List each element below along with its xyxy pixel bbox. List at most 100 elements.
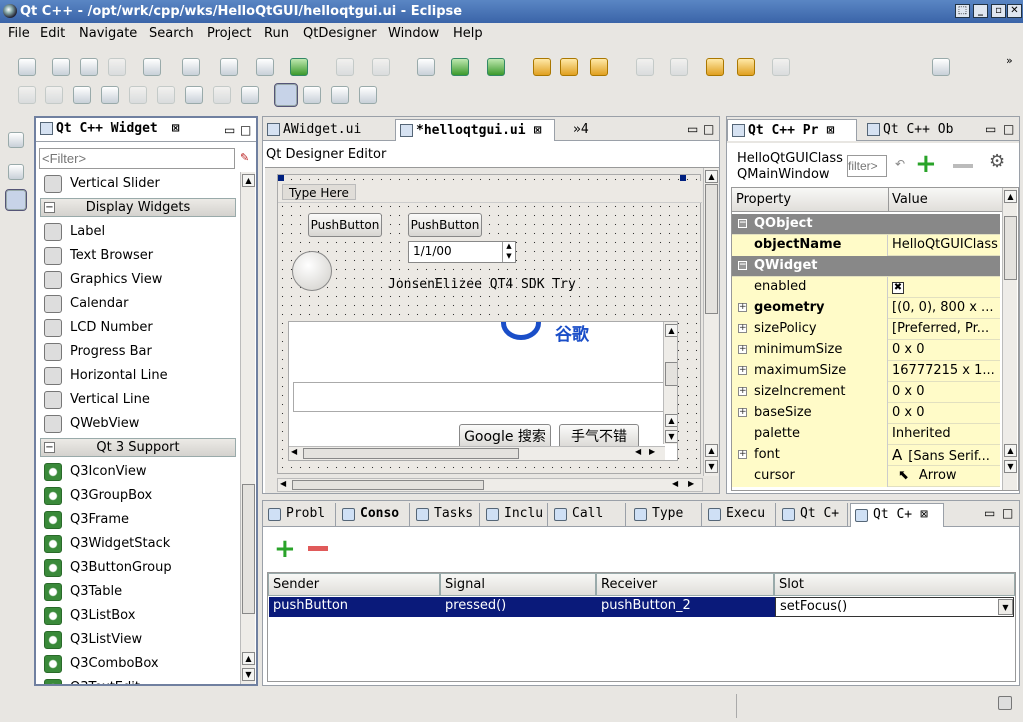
prev-annotation-icon[interactable] (670, 58, 688, 76)
scroll-up-icon[interactable]: ▲ (705, 444, 718, 457)
perspective-icon[interactable] (8, 132, 24, 148)
new-folder-icon[interactable] (220, 58, 238, 76)
spin-up-icon[interactable]: ▲ (502, 242, 515, 252)
outline-icon[interactable] (8, 164, 24, 180)
widget-item[interactable]: Vertical Line (40, 388, 150, 412)
menu-file[interactable]: File (8, 26, 30, 41)
expand-icon[interactable]: + (738, 450, 747, 459)
build-icon[interactable] (336, 58, 354, 76)
property-row[interactable]: − QObject (732, 214, 1000, 235)
maximize-view-icon[interactable]: □ (1002, 506, 1013, 520)
property-value[interactable]: 0 x 0 (890, 382, 1000, 402)
widget-item[interactable]: Q3IconView (40, 460, 147, 484)
scroll-up-icon[interactable]: ▲ (1004, 444, 1017, 457)
widget-item[interactable]: Q3WidgetStack (40, 532, 170, 556)
tab-widget-box[interactable]: Qt C++ Widget ⊠ (36, 118, 186, 140)
widget-item[interactable]: Graphics View (40, 268, 162, 292)
open-perspective-icon[interactable] (932, 58, 950, 76)
tab-call[interactable]: Call (550, 503, 626, 527)
tab-problems[interactable]: Probl (264, 503, 336, 527)
minimize-view-icon[interactable]: ▭ (984, 506, 995, 520)
property-value[interactable]: HelloQtGUIClass (890, 235, 1000, 255)
tab-type[interactable]: Type (630, 503, 702, 527)
binary-icon[interactable] (143, 58, 161, 76)
close-tab-icon[interactable]: ⊠ (920, 507, 928, 522)
property-row[interactable]: font + A [Sans Serif... (732, 445, 1000, 466)
tab-qt-cpp-1[interactable]: Qt C+ (778, 503, 848, 527)
property-value[interactable]: 16777215 x 1... (890, 361, 1000, 381)
scroll-down-icon[interactable]: ▼ (242, 668, 255, 681)
widget-box-icon[interactable] (5, 189, 27, 211)
column-receiver[interactable]: Receiver (596, 573, 774, 596)
property-value[interactable]: ⬉ Arrow (890, 466, 1000, 486)
back-icon[interactable] (737, 58, 755, 76)
menu-help[interactable]: Help (453, 26, 483, 41)
print-icon[interactable] (108, 58, 126, 76)
designer-hscrollbar[interactable]: ◀ ◀ ▶ (277, 478, 703, 492)
close-icon[interactable]: ✕ (1007, 4, 1022, 18)
widget-filter-input[interactable] (39, 148, 235, 169)
menu-window[interactable]: Window (388, 26, 439, 41)
tab-executables[interactable]: Execu (704, 503, 776, 527)
run-external-icon[interactable] (487, 58, 505, 76)
column-slot[interactable]: Slot (774, 573, 1015, 596)
checkbox-checked-icon[interactable]: ✖ (892, 282, 904, 294)
forward-icon[interactable] (772, 58, 790, 76)
scroll-up-icon[interactable]: ▲ (1004, 190, 1017, 203)
expand-icon[interactable]: + (738, 324, 747, 333)
spin-down-icon[interactable]: ▼ (502, 252, 515, 262)
web-scrollbar[interactable]: ▲ ▲ ▼ (663, 322, 677, 444)
property-value[interactable]: [Preferred, Pr... (890, 319, 1000, 339)
widget-item[interactable]: Q3GroupBox (40, 484, 152, 508)
collapse-icon[interactable]: − (44, 202, 55, 213)
scroll-thumb[interactable] (1004, 216, 1017, 280)
save-icon[interactable] (52, 58, 70, 76)
clear-filter-icon[interactable]: ✎ (240, 151, 249, 164)
property-value[interactable]: 0 x 0 (890, 340, 1000, 360)
property-filter-input[interactable] (847, 155, 887, 177)
layout-grid-icon[interactable] (185, 86, 203, 104)
scroll-down-icon[interactable]: ▼ (1004, 460, 1017, 473)
new-wizard-icon[interactable] (290, 58, 308, 76)
shade-icon[interactable]: ⬚ (955, 4, 970, 18)
tab-qt-cpp-2[interactable]: Qt C+ ⊠ (850, 503, 944, 527)
widget-list-scrollbar[interactable]: ▲ ▲ ▼ (240, 172, 255, 684)
remove-connection-icon[interactable] (308, 546, 328, 551)
expand-icon[interactable]: + (738, 387, 747, 396)
widget-item[interactable]: Label (40, 220, 105, 244)
next-annotation-icon[interactable] (636, 58, 654, 76)
expand-icon[interactable]: + (738, 303, 747, 312)
collapse-icon[interactable]: − (738, 219, 747, 228)
maximize-view-icon[interactable]: □ (703, 122, 714, 136)
property-row[interactable]: objectName HelloQtGUIClass (732, 235, 1000, 256)
remove-property-icon[interactable] (953, 164, 973, 168)
property-row[interactable]: baseSize +0 x 0 (732, 403, 1000, 424)
adjust-size-icon[interactable] (241, 86, 259, 104)
last-edit-icon[interactable] (706, 58, 724, 76)
property-row[interactable]: palette Inherited (732, 424, 1000, 445)
new-class-icon[interactable] (256, 58, 274, 76)
edit-widgets-icon[interactable] (274, 83, 298, 107)
dial-knob[interactable] (292, 251, 332, 291)
split-vertical-icon[interactable] (157, 86, 175, 104)
tab-helloqtgui[interactable]: *helloqtgui.ui ⊠ (395, 119, 555, 141)
edit-signals-icon[interactable] (303, 86, 321, 104)
widget-item[interactable]: Q3ButtonGroup (40, 556, 172, 580)
run-icon[interactable] (451, 58, 469, 76)
google-search-input[interactable] (293, 382, 665, 412)
save-all-icon[interactable] (80, 58, 98, 76)
configure-icon[interactable]: ⚙ (989, 151, 1005, 172)
table-row[interactable]: pushButton pressed() pushButton_2 setFoc… (269, 597, 1014, 617)
widget-category[interactable]: − Display Widgets (40, 198, 236, 217)
scroll-up-icon[interactable]: ▲ (665, 324, 677, 337)
chevron-down-icon[interactable]: ▼ (998, 599, 1013, 615)
push-button-2[interactable]: PushButton (408, 213, 482, 237)
scroll-left-icon[interactable]: ◀ (291, 447, 297, 456)
property-row[interactable]: sizeIncrement +0 x 0 (732, 382, 1000, 403)
edit-buddies-icon[interactable] (331, 86, 349, 104)
maximize-view-icon[interactable]: □ (1003, 122, 1014, 136)
property-value[interactable]: ✖ (890, 277, 1000, 297)
add-property-icon[interactable]: + (915, 151, 937, 177)
menu-project[interactable]: Project (207, 26, 251, 41)
widget-item[interactable]: QWebView (40, 412, 139, 436)
